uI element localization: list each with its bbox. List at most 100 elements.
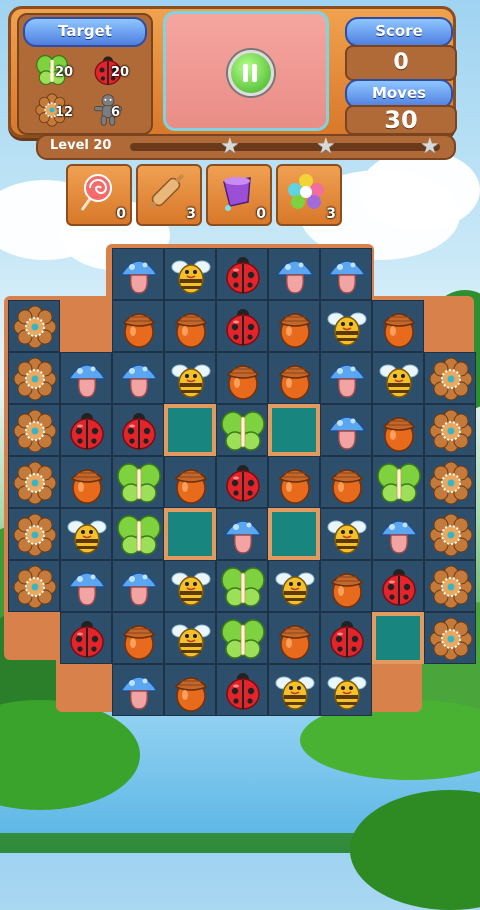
mushroom-icon bbox=[117, 565, 161, 609]
board-cell[interactable] bbox=[164, 300, 216, 352]
board-cell[interactable] bbox=[268, 300, 320, 352]
ladybug-icon bbox=[221, 669, 265, 713]
mushroom-icon bbox=[325, 409, 369, 453]
board-cell[interactable] bbox=[216, 300, 268, 352]
board-cell[interactable] bbox=[60, 352, 112, 404]
target-cookie-flower: 12 bbox=[29, 91, 85, 131]
board-cell[interactable] bbox=[8, 456, 60, 508]
booster-count: 3 bbox=[326, 206, 336, 222]
board-cell[interactable] bbox=[112, 248, 164, 300]
board-cell[interactable] bbox=[372, 300, 424, 352]
board-cell[interactable] bbox=[8, 404, 60, 456]
mushroom-icon bbox=[117, 669, 161, 713]
board-cell[interactable] bbox=[216, 664, 268, 716]
board-cell[interactable] bbox=[60, 612, 112, 664]
board-cell[interactable] bbox=[216, 404, 268, 456]
acorn-icon bbox=[377, 305, 421, 349]
board-cell[interactable] bbox=[164, 664, 216, 716]
booster-lollipop[interactable]: 0 bbox=[66, 164, 132, 226]
ladybug-icon bbox=[221, 253, 265, 297]
board-cell[interactable] bbox=[320, 352, 372, 404]
ladybug-icon bbox=[325, 617, 369, 661]
board-cell[interactable] bbox=[320, 248, 372, 300]
board-cell[interactable] bbox=[320, 300, 372, 352]
target-count: 12 bbox=[55, 105, 74, 120]
board-cell[interactable] bbox=[164, 352, 216, 404]
board-cell[interactable] bbox=[8, 300, 60, 352]
board-cell[interactable] bbox=[268, 456, 320, 508]
board-cell[interactable] bbox=[112, 300, 164, 352]
mushroom-icon bbox=[117, 253, 161, 297]
board-cell[interactable] bbox=[424, 508, 476, 560]
board-cell[interactable] bbox=[268, 664, 320, 716]
acorn-icon bbox=[273, 305, 317, 349]
booster-rolling-pin[interactable]: 3 bbox=[136, 164, 202, 226]
board-cell[interactable] bbox=[372, 508, 424, 560]
board-cell[interactable] bbox=[164, 612, 216, 664]
board-cell[interactable] bbox=[424, 404, 476, 456]
board-cell[interactable] bbox=[112, 352, 164, 404]
board-cell[interactable] bbox=[216, 612, 268, 664]
board-cell[interactable] bbox=[372, 560, 424, 612]
board-cell[interactable] bbox=[268, 248, 320, 300]
board-cell[interactable] bbox=[216, 508, 268, 560]
target-list: 20 20 12 6 bbox=[29, 51, 141, 131]
acorn-icon bbox=[117, 617, 161, 661]
board-cell[interactable] bbox=[268, 352, 320, 404]
bee-icon bbox=[325, 305, 369, 349]
board-cell[interactable] bbox=[60, 404, 112, 456]
cookie-icon bbox=[429, 617, 473, 661]
board-cell[interactable] bbox=[216, 560, 268, 612]
booster-count: 3 bbox=[186, 206, 196, 222]
board-cell[interactable] bbox=[60, 456, 112, 508]
board-cell[interactable] bbox=[320, 612, 372, 664]
board-cell[interactable] bbox=[320, 508, 372, 560]
board-cell[interactable] bbox=[164, 248, 216, 300]
board-empty-cell bbox=[372, 612, 424, 664]
pause-button[interactable] bbox=[228, 50, 274, 96]
board-cell[interactable] bbox=[60, 508, 112, 560]
top-hud: Target 20 20 12 6 Score 0 Moves 30 bbox=[8, 6, 457, 138]
board-cell[interactable] bbox=[320, 560, 372, 612]
star-icon: ★ bbox=[420, 134, 440, 159]
mushroom-icon bbox=[325, 253, 369, 297]
mushroom-icon bbox=[377, 513, 421, 557]
board-cell[interactable] bbox=[112, 456, 164, 508]
butterfly-icon bbox=[117, 461, 161, 505]
booster-paint-bucket[interactable]: 0 bbox=[206, 164, 272, 226]
board-cell[interactable] bbox=[372, 404, 424, 456]
board-cell[interactable] bbox=[112, 560, 164, 612]
lollipop-icon bbox=[80, 174, 112, 211]
board-cell[interactable] bbox=[8, 352, 60, 404]
ladybug-icon bbox=[221, 461, 265, 505]
board-cell[interactable] bbox=[268, 612, 320, 664]
acorn-icon bbox=[325, 461, 369, 505]
board-cell[interactable] bbox=[164, 560, 216, 612]
board-cell[interactable] bbox=[8, 508, 60, 560]
mushroom-icon bbox=[273, 253, 317, 297]
mushroom-icon bbox=[65, 565, 109, 609]
board-cell[interactable] bbox=[424, 352, 476, 404]
board-cell[interactable] bbox=[112, 664, 164, 716]
board-cell[interactable] bbox=[320, 404, 372, 456]
board-cell[interactable] bbox=[216, 352, 268, 404]
booster-color-bomb[interactable]: 3 bbox=[276, 164, 342, 226]
butterfly-icon bbox=[221, 409, 265, 453]
board-cell[interactable] bbox=[216, 456, 268, 508]
board-cell[interactable] bbox=[216, 248, 268, 300]
board-cell[interactable] bbox=[320, 456, 372, 508]
board-cell[interactable] bbox=[112, 612, 164, 664]
board-cell[interactable] bbox=[164, 456, 216, 508]
board-cell[interactable] bbox=[60, 560, 112, 612]
board-cell[interactable] bbox=[424, 612, 476, 664]
board-cell[interactable] bbox=[268, 560, 320, 612]
mushroom-icon bbox=[221, 513, 265, 557]
board-cell[interactable] bbox=[112, 508, 164, 560]
board-cell[interactable] bbox=[372, 456, 424, 508]
board-cell[interactable] bbox=[424, 560, 476, 612]
board-cell[interactable] bbox=[112, 404, 164, 456]
board-cell[interactable] bbox=[320, 664, 372, 716]
board-cell[interactable] bbox=[372, 352, 424, 404]
board-cell[interactable] bbox=[8, 560, 60, 612]
board-cell[interactable] bbox=[424, 456, 476, 508]
